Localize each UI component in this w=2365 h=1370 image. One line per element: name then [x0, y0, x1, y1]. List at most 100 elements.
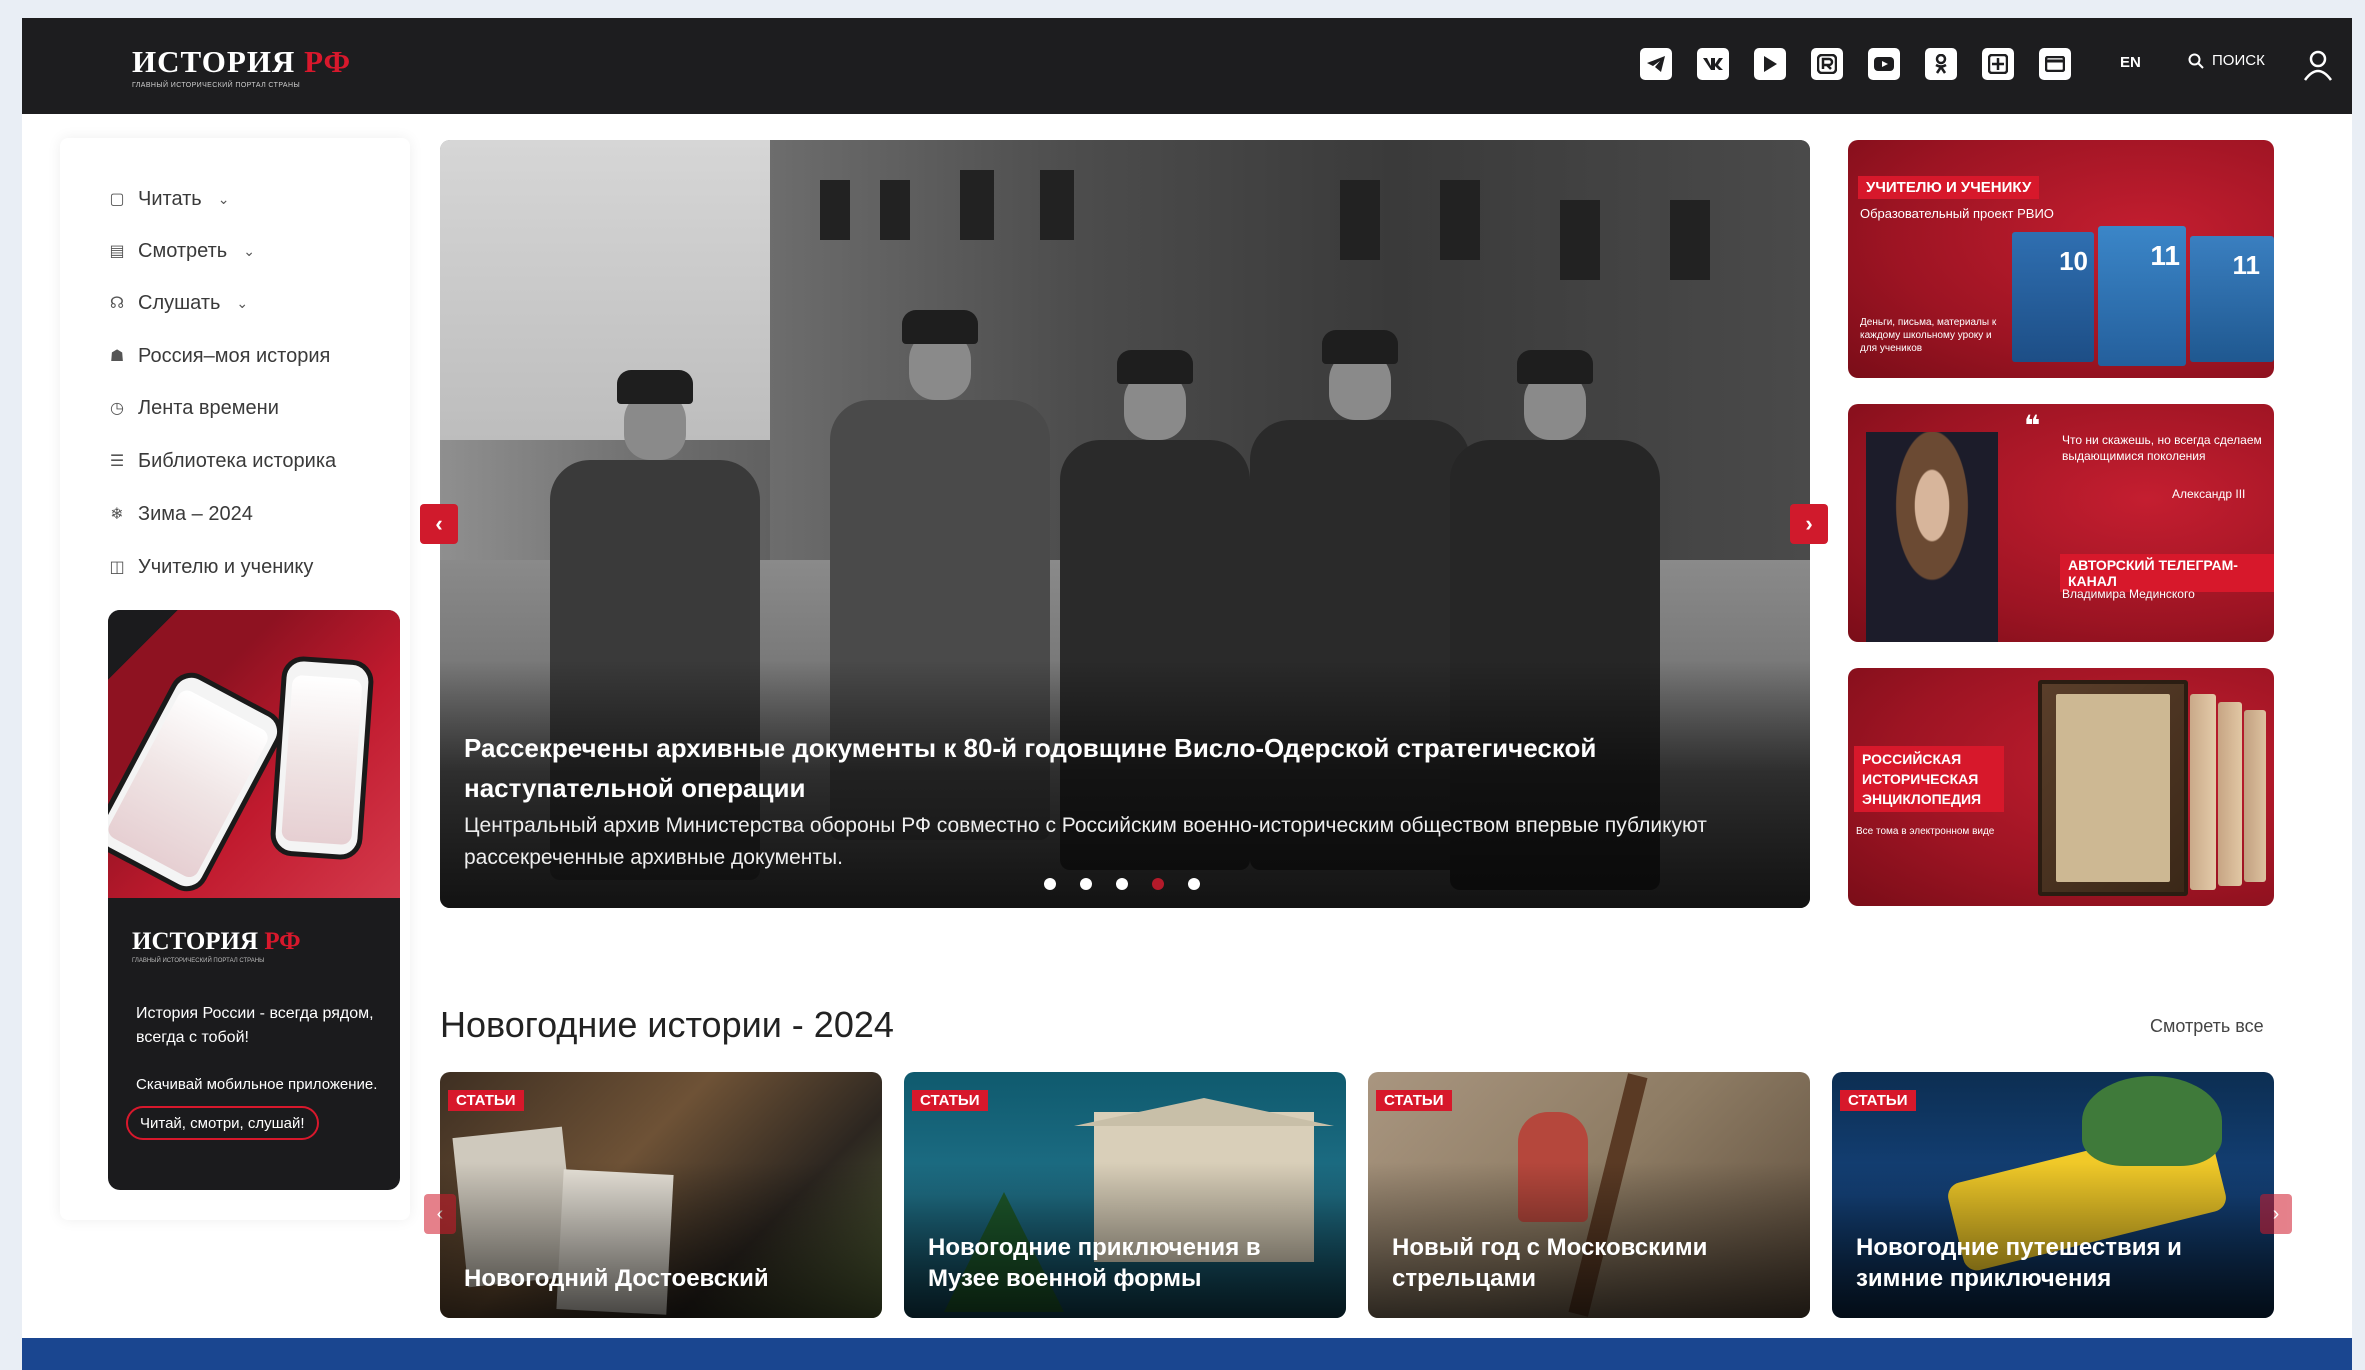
app-promo-banner[interactable]: ИСТОРИЯ РФ ГЛАВНЫЙ ИСТОРИЧЕСКИЙ ПОРТАЛ С…: [108, 610, 400, 1190]
banner-quote: Что ни скажешь, но всегда сделаем выдающ…: [2062, 433, 2262, 463]
quote-icon: ❝: [2024, 410, 2041, 441]
user-icon[interactable]: [2302, 48, 2334, 82]
film-icon: ▤: [109, 243, 125, 260]
sidebar-item-winter[interactable]: ❄ Зима – 2024: [108, 499, 253, 529]
encyclopedia-volume-image: [2190, 694, 2216, 890]
hero-image-window: [1040, 170, 1074, 240]
card-badge: СТАТЬИ: [912, 1090, 988, 1111]
sidebar-item-library[interactable]: ☰ Библиотека историка: [108, 446, 336, 476]
banner-teacher-student[interactable]: УЧИТЕЛЮ И УЧЕНИКУ Образовательный проект…: [1848, 140, 2274, 378]
hero-slider[interactable]: Рассекречены архивные документы к 80-й г…: [440, 140, 1810, 908]
search-button[interactable]: ПОИСК: [2188, 52, 2265, 69]
card-title: Новогодние путешествия и зимние приключе…: [1856, 1234, 2182, 1292]
slider-dot-active[interactable]: [1152, 878, 1164, 890]
hero-image-window: [820, 180, 850, 240]
video-icon[interactable]: [1754, 48, 1786, 80]
headphones-icon: ☊: [109, 295, 125, 312]
search-icon: [2188, 53, 2204, 69]
cards-next-button[interactable]: ›: [2260, 1194, 2292, 1234]
phone-mockup: [269, 655, 375, 861]
social-links: [1640, 48, 2071, 80]
textbook-image: 11: [2098, 226, 2186, 366]
card-title: Новогодние приключения в Музее военной ф…: [928, 1234, 1261, 1292]
slider-dot[interactable]: [1188, 878, 1200, 890]
sidebar: ▢ Читать ⌄ ▤ Смотреть ⌄ ☊ Слушать ⌄ ☗ Ро…: [60, 138, 410, 1220]
promo-button[interactable]: Читай, смотри, слушай!: [126, 1106, 319, 1140]
textbook-grade: 11: [2150, 240, 2180, 271]
sidebar-item-label: Читать: [138, 187, 202, 210]
slider-prev-button[interactable]: ‹: [420, 504, 458, 544]
sidebar-item-listen[interactable]: ☊ Слушать ⌄: [108, 288, 248, 318]
sidebar-item-label: Лента времени: [138, 396, 279, 419]
slider-dot[interactable]: [1116, 878, 1128, 890]
chevron-right-icon: ›: [1805, 511, 1813, 536]
banner-quote-author: Александр III: [2172, 487, 2246, 501]
hero-image-window: [1340, 180, 1380, 260]
hero-description: Центральный архив Министерства обороны Р…: [464, 814, 1707, 869]
promo-text: История России - всегда рядом, всегда с …: [136, 1005, 374, 1046]
banner-text: Деньги, письма, материалы к каждому школ…: [1860, 317, 1997, 354]
promo-logo-subtitle: ГЛАВНЫЙ ИСТОРИЧЕСКИЙ ПОРТАЛ СТРАНЫ: [132, 958, 265, 964]
portrait-image: [1866, 432, 1998, 642]
chevron-down-icon: ⌄: [243, 242, 255, 259]
banner-text: Владимира Мединского: [2062, 587, 2195, 601]
cards-prev-button[interactable]: ‹: [424, 1194, 456, 1234]
section-title: Новогодние истории - 2024: [440, 1004, 894, 1045]
story-card[interactable]: СТАТЬИ Новогодние приключения в Музее во…: [904, 1072, 1346, 1318]
dzen-icon[interactable]: [1982, 48, 2014, 80]
story-card[interactable]: СТАТЬИ Новый год с Московскими стрельцам…: [1368, 1072, 1810, 1318]
youtube-icon[interactable]: [1868, 48, 1900, 80]
sidebar-item-watch[interactable]: ▤ Смотреть ⌄: [108, 236, 255, 266]
logo-text: ИСТОРИЯ: [132, 44, 296, 79]
library-icon: ☰: [109, 453, 125, 470]
chevron-right-icon: ›: [2272, 1202, 2280, 1225]
hero-image-window: [960, 170, 994, 240]
banner-subtitle: Образовательный проект РВИО: [1860, 206, 2054, 221]
sidebar-item-timeline[interactable]: ◷ Лента времени: [108, 393, 279, 423]
see-all-link[interactable]: Смотреть все: [2150, 1016, 2264, 1037]
story-card[interactable]: СТАТЬИ Новогодние путешествия и зимние п…: [1832, 1072, 2274, 1318]
encyclopedia-volume-image: [2218, 702, 2242, 886]
textbook-image: 11: [2190, 236, 2274, 362]
sidebar-item-label: Слушать: [138, 291, 221, 314]
promo-logo-text: ИСТОРИЯ: [132, 928, 259, 955]
sidebar-item-teacher[interactable]: ◫ Учителю и ученику: [108, 552, 313, 582]
sidebar-item-label: Библиотека историка: [138, 449, 337, 472]
top-header: ИСТОРИЯ РФ ГЛАВНЫЙ ИСТОРИЧЕСКИЙ ПОРТАЛ С…: [22, 18, 2352, 114]
mail-icon[interactable]: [2039, 48, 2071, 80]
hero-image-window: [1560, 200, 1600, 280]
hero-image-window: [880, 180, 910, 240]
hero-image-window: [1440, 180, 1480, 260]
textbook-grade: 11: [2232, 250, 2261, 280]
card-title: Новый год с Московскими стрельцами: [1392, 1234, 1708, 1292]
snowflake-icon: ❄: [110, 506, 124, 523]
rutube-icon[interactable]: [1811, 48, 1843, 80]
textbook-grade: 10: [2059, 246, 2088, 276]
slider-dot[interactable]: [1080, 878, 1092, 890]
textbook-image: 10: [2012, 232, 2094, 362]
hero-title[interactable]: Рассекречены архивные документы к 80-й г…: [464, 728, 1724, 808]
card-overlay: [440, 1162, 882, 1318]
language-switch[interactable]: EN: [2120, 54, 2141, 71]
promo-logo-accent: РФ: [264, 928, 301, 955]
telegram-icon[interactable]: [1640, 48, 1672, 80]
sidebar-item-label: Учителю и ученику: [138, 555, 314, 578]
odnoklassniki-icon[interactable]: [1925, 48, 1957, 80]
banner-telegram-channel[interactable]: ❝ Что ни скажешь, но всегда сделаем выда…: [1848, 404, 2274, 642]
logo-subtitle: ГЛАВНЫЙ ИСТОРИЧЕСКИЙ ПОРТАЛ СТРАНЫ: [132, 82, 301, 89]
vk-icon[interactable]: [1697, 48, 1729, 80]
book-icon: ▢: [109, 191, 125, 208]
story-card[interactable]: СТАТЬИ Новогодний Достоевский: [440, 1072, 882, 1318]
promo-logo: ИСТОРИЯ РФ: [132, 928, 301, 956]
site-logo[interactable]: ИСТОРИЯ РФ ГЛАВНЫЙ ИСТОРИЧЕСКИЙ ПОРТАЛ С…: [132, 44, 351, 89]
page: ИСТОРИЯ РФ ГЛАВНЫЙ ИСТОРИЧЕСКИЙ ПОРТАЛ С…: [22, 18, 2352, 1370]
banner-encyclopedia[interactable]: РОССИЙСКАЯ ИСТОРИЧЕСКАЯ ЭНЦИКЛОПЕДИЯ Все…: [1848, 668, 2274, 906]
sidebar-item-russia[interactable]: ☗ Россия–моя история: [108, 341, 331, 371]
chevron-down-icon: ⌄: [217, 190, 230, 207]
sidebar-item-read[interactable]: ▢ Читать ⌄: [108, 184, 229, 214]
slider-dot[interactable]: [1044, 878, 1056, 890]
sidebar-item-label: Зима – 2024: [138, 502, 253, 525]
promo-download-text: Скачивай мобильное приложение.: [136, 1076, 378, 1093]
search-label: ПОИСК: [2212, 52, 2265, 69]
slider-next-button[interactable]: ›: [1790, 504, 1828, 544]
